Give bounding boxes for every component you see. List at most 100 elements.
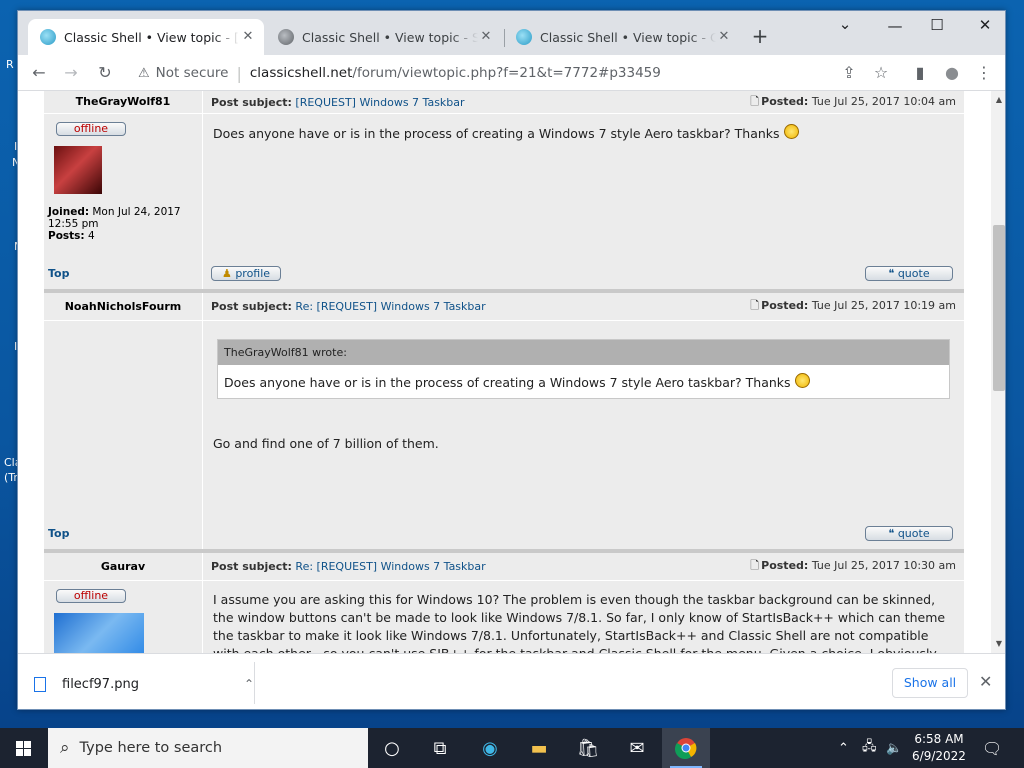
- mail-icon[interactable]: ✉: [613, 728, 661, 768]
- clock-date: 6/9/2022: [912, 749, 966, 763]
- smiley-icon: [794, 373, 810, 388]
- bookmark-star-icon[interactable]: ☆: [868, 60, 894, 86]
- back-button[interactable]: ←: [26, 60, 52, 86]
- author-details: offline Joined: Mon Jul 24, 2017 12:55 p…: [44, 114, 202, 259]
- security-label[interactable]: Not secure: [156, 65, 229, 81]
- post-column: Post subject: [REQUEST] Windows 7 Taskba…: [203, 91, 964, 259]
- post-content: Does anyone have or is in the process of…: [203, 114, 964, 259]
- scroll-up-icon[interactable]: ▲: [991, 93, 1005, 107]
- quote-button[interactable]: ❝ quote: [865, 526, 953, 541]
- quote-button[interactable]: ❝ quote: [865, 266, 953, 281]
- tab-request-taskbar[interactable]: Classic Shell • View topic - [REQUEST] W…: [28, 19, 264, 55]
- store-icon[interactable]: 🛍: [564, 728, 612, 768]
- forum-topic: TheGrayWolf81 offline Joined: Mon Jul 24…: [44, 91, 964, 653]
- clock[interactable]: 6:58 AM 6/9/2022: [904, 731, 974, 765]
- download-item[interactable]: filecf97.png ⌃: [34, 666, 254, 702]
- page-viewport: TheGrayWolf81 offline Joined: Mon Jul 24…: [18, 91, 991, 653]
- author-name[interactable]: TheGrayWolf81: [44, 91, 202, 113]
- tab-search-button[interactable]: ⌄: [831, 15, 859, 33]
- post-column: Post subject: Re: [REQUEST] Windows 7 Ta…: [203, 293, 964, 519]
- post-icon: 🗋: [750, 559, 760, 572]
- top-link[interactable]: Top: [44, 519, 203, 549]
- show-all-button[interactable]: Show all: [892, 668, 968, 698]
- divider: [203, 320, 964, 321]
- download-filename: filecf97.png: [62, 676, 139, 692]
- profile-avatar-icon[interactable]: ●: [939, 60, 965, 86]
- forward-button[interactable]: →: [58, 60, 84, 86]
- start-button[interactable]: [0, 728, 48, 768]
- taskbar-search[interactable]: ⌕ Type here to search: [48, 728, 368, 768]
- address-bar[interactable]: ⚠ Not secure | classicshell.net/forum/vi…: [128, 59, 992, 87]
- tray-chevron-icon[interactable]: ⌃: [838, 728, 849, 768]
- classic-shell-icon: [40, 29, 56, 45]
- post-icon: 🗋: [750, 94, 760, 108]
- share-icon[interactable]: ⇪: [836, 60, 862, 86]
- post-subject[interactable]: [REQUEST] Windows 7 Taskbar: [295, 96, 464, 109]
- minimize-button[interactable]: —: [881, 17, 909, 35]
- status-badge: offline: [56, 122, 126, 136]
- cortana-icon[interactable]: ○: [368, 728, 416, 768]
- post: NoahNicholsFourm Post subject: Re: [REQU…: [44, 293, 964, 519]
- side-panel-icon[interactable]: ▮: [907, 60, 933, 86]
- new-tab-button[interactable]: +: [749, 25, 771, 47]
- post-subject[interactable]: Re: [REQUEST] Windows 7 Taskbar: [295, 560, 485, 573]
- notification-icon[interactable]: 🗨: [982, 728, 1002, 768]
- post-content: TheGrayWolf81 wrote: Does anyone have or…: [203, 339, 964, 519]
- volume-icon[interactable]: 🔈: [886, 728, 902, 768]
- reload-button[interactable]: ↻: [92, 60, 118, 86]
- post-icon: 🗋: [750, 299, 760, 312]
- post-text: Go and find one of 7 billion of them.: [213, 436, 439, 451]
- profile-button[interactable]: ♟ profile: [211, 266, 281, 281]
- post-footer: Top ♟ profile ❝ quote: [44, 259, 964, 289]
- author-meta: Joined: Mon Jul 24, 2017 12:55 pm Posts:…: [48, 206, 198, 242]
- scrollbar-thumb[interactable]: [993, 225, 1005, 391]
- desktop-icon-label: R: [6, 58, 14, 71]
- desktop-icon-label: (Tr: [4, 471, 18, 484]
- posted-label: Posted:: [761, 94, 809, 108]
- close-window-button[interactable]: ✕: [971, 16, 999, 34]
- url-path: /forum/viewtopic.php?f=21&t=7772#p33459: [352, 65, 661, 81]
- subject-label: Post subject:: [211, 95, 292, 109]
- post-column: Post subject: Re: [REQUEST] Windows 7 Ta…: [203, 553, 964, 653]
- author-column: Gaurav offline: [44, 553, 203, 653]
- warning-icon[interactable]: ⚠: [138, 66, 150, 81]
- chrome-icon[interactable]: [662, 728, 710, 768]
- post-header: Post subject: Re: [REQUEST] Windows 7 Ta…: [203, 293, 964, 320]
- close-icon[interactable]: ✕: [478, 29, 494, 45]
- posted-date: Tue Jul 25, 2017 10:19 am: [811, 299, 956, 312]
- posted-date: Tue Jul 25, 2017 10:04 am: [811, 94, 956, 108]
- page-scrollbar[interactable]: ▲ ▼: [991, 91, 1005, 653]
- file-explorer-icon[interactable]: ▬: [515, 728, 563, 768]
- url-text[interactable]: classicshell.net/forum/viewtopic.php?f=2…: [250, 65, 661, 81]
- quote-icon: ❝: [888, 527, 895, 540]
- maximize-button[interactable]: ☐: [923, 16, 951, 34]
- classic-shell-icon: [516, 29, 532, 45]
- edge-icon[interactable]: ◉: [466, 728, 514, 768]
- network-icon[interactable]: 🖧: [862, 728, 877, 768]
- post-footer: Top ❝ quote: [44, 519, 964, 549]
- image-file-icon: [34, 676, 46, 692]
- author-name[interactable]: NoahNicholsFourm: [44, 293, 202, 320]
- taskbar: ⌕ Type here to search ○ ⧉ ◉ ▬ 🛍 ✉ ⌃ 🖧 🔈 …: [0, 728, 1024, 768]
- close-download-bar-button[interactable]: ✕: [979, 672, 992, 691]
- post-subject[interactable]: Re: [REQUEST] Windows 7 Taskbar: [295, 300, 485, 313]
- quote-button-label: quote: [897, 267, 930, 280]
- url-host: classicshell.net: [249, 65, 353, 81]
- chevron-up-icon[interactable]: ⌃: [244, 677, 254, 691]
- avatar: [54, 613, 144, 653]
- author-name[interactable]: Gaurav: [44, 553, 202, 580]
- task-view-icon[interactable]: ⧉: [416, 728, 464, 768]
- search-placeholder: Type here to search: [79, 740, 223, 756]
- menu-icon[interactable]: ⋮: [971, 60, 997, 86]
- tab-start-menu[interactable]: Classic Shell • View topic - Start Menu …: [266, 19, 502, 55]
- scroll-down-icon[interactable]: ▼: [991, 637, 1005, 651]
- quote-button-label: quote: [897, 527, 930, 540]
- close-icon[interactable]: ✕: [240, 29, 256, 45]
- top-link[interactable]: Top: [44, 259, 203, 289]
- tab-classic-explorer[interactable]: Classic Shell • View topic - Classic Exp…: [504, 19, 740, 55]
- close-icon[interactable]: ✕: [716, 29, 732, 45]
- tab-title: Classic Shell • View topic - Start Menu: [302, 29, 478, 45]
- post: Gaurav offline Post subject: Re: [REQUES…: [44, 553, 964, 653]
- omnibox-separator: |: [236, 63, 242, 83]
- clock-time: 6:58 AM: [914, 732, 964, 746]
